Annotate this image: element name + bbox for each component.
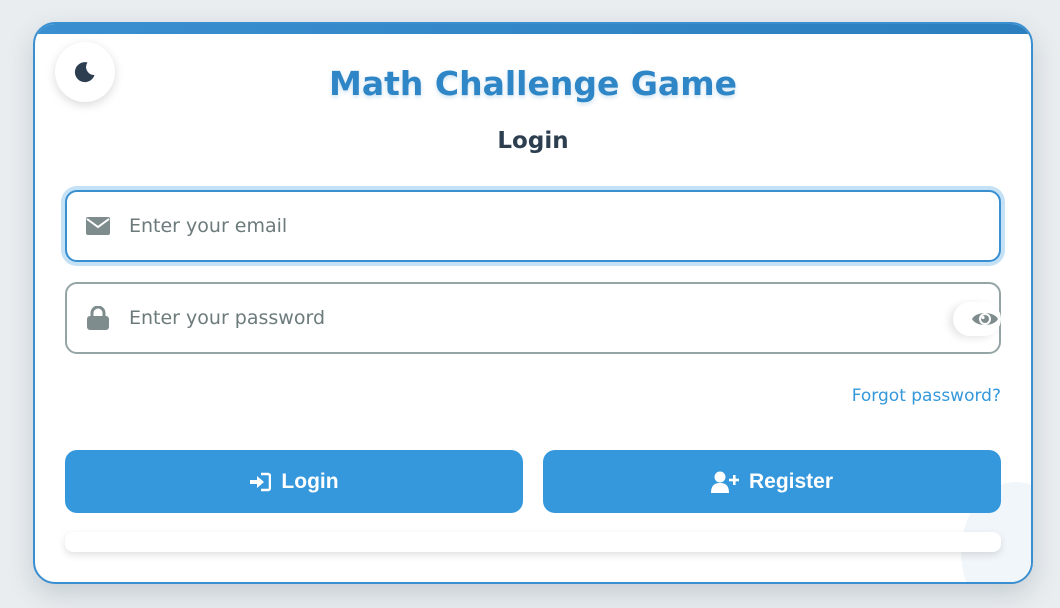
register-button[interactable]: Register (543, 450, 1001, 513)
lock-icon (67, 306, 129, 330)
toggle-password-visibility[interactable] (953, 302, 1001, 336)
login-card: Math Challenge Game Login F (33, 22, 1033, 584)
email-input[interactable] (129, 192, 999, 260)
login-button-label: Login (281, 469, 339, 493)
password-input[interactable] (129, 284, 999, 352)
footer-panel (65, 532, 1001, 552)
envelope-icon (67, 217, 129, 235)
password-field (65, 282, 1001, 354)
user-plus-icon (710, 471, 739, 493)
card-top-accent (35, 24, 1031, 34)
sign-in-icon (250, 472, 272, 491)
page-title: Math Challenge Game (329, 64, 737, 103)
login-button[interactable]: Login (65, 450, 523, 513)
forgot-password-link[interactable]: Forgot password? (852, 386, 1001, 406)
eye-icon (972, 313, 998, 325)
form-heading: Login (497, 128, 569, 154)
register-button-label: Register (748, 469, 834, 493)
email-field (65, 190, 1001, 262)
